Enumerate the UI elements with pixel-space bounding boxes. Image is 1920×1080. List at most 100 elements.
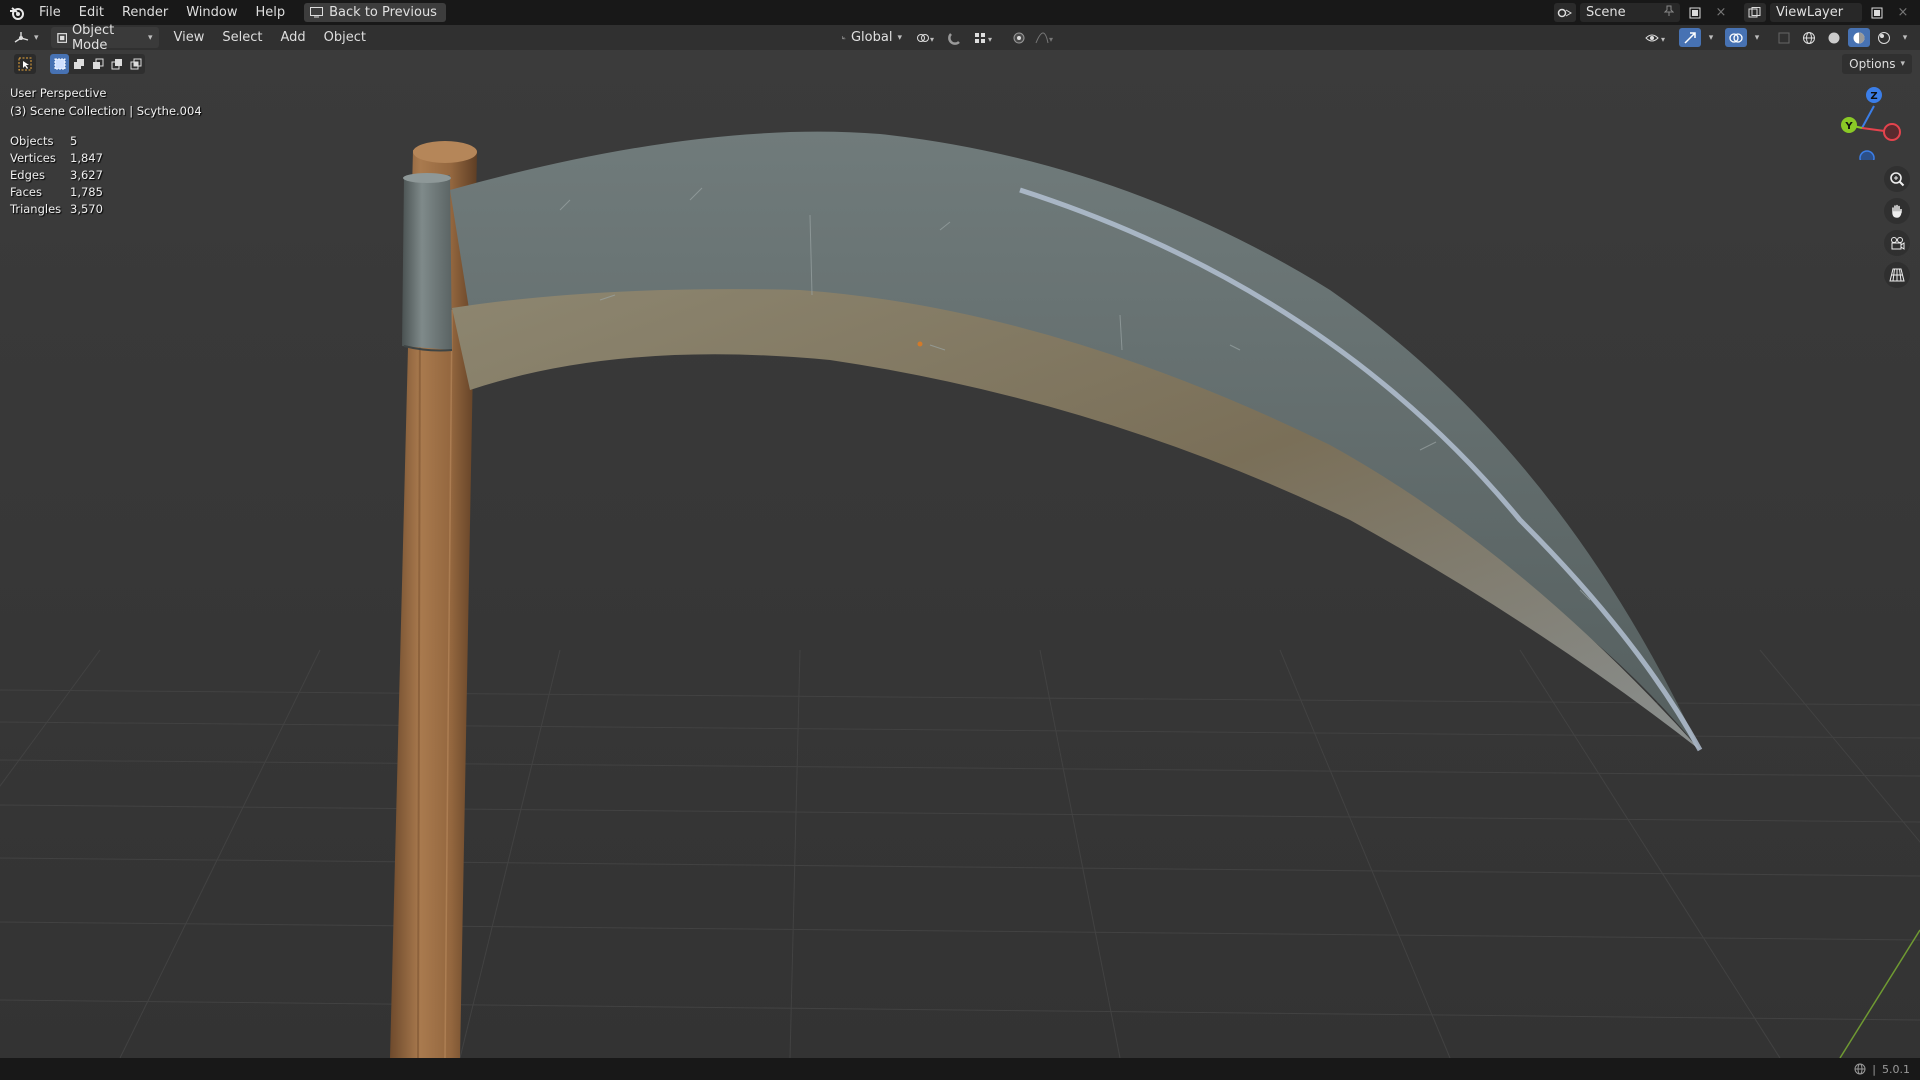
material-preview-shading-icon[interactable] — [1848, 28, 1870, 47]
shading-options-chevron-icon[interactable]: ▾ — [1898, 28, 1912, 47]
delete-view-layer-icon[interactable]: × — [1892, 3, 1914, 22]
view-perspective-label: User Perspective — [10, 86, 107, 100]
stat-value: 1,785 — [70, 184, 103, 199]
gizmo-z-label: Z — [1870, 91, 1877, 102]
proportional-editing-icon[interactable] — [1008, 28, 1030, 47]
version-number: 5.0.1 — [1882, 1062, 1910, 1076]
new-view-layer-icon[interactable] — [1866, 3, 1888, 22]
view-layer-selector-icon[interactable] — [1744, 3, 1766, 22]
solid-shading-icon[interactable] — [1823, 28, 1845, 47]
subtract-selection-icon[interactable] — [88, 54, 107, 74]
menu-help[interactable]: Help — [247, 0, 295, 25]
stat-row-vertices: Vertices 1,847 — [10, 149, 103, 166]
rendered-shading-icon[interactable] — [1873, 28, 1895, 47]
show-gizmo-icon[interactable] — [1679, 28, 1701, 47]
gizmo-neg-z-axis — [1859, 150, 1875, 160]
zoom-icon[interactable] — [1884, 166, 1910, 192]
orientation-label: Global — [850, 30, 893, 45]
select-tool-icon[interactable] — [14, 54, 36, 74]
stat-row-edges: Edges 3,627 — [10, 166, 103, 183]
screen-icon — [310, 7, 324, 18]
chevron-down-icon: ▾ — [1900, 59, 1905, 69]
show-overlays-icon[interactable] — [1725, 28, 1747, 47]
active-collection-label: (3) Scene Collection | Scythe.004 — [10, 104, 202, 118]
set-new-selection-icon[interactable] — [50, 54, 69, 74]
blender-logo-icon[interactable] — [4, 0, 30, 25]
status-bar: | 5.0.1 — [0, 1058, 1920, 1080]
menu-edit[interactable]: Edit — [70, 0, 113, 25]
orientation-axes-icon — [842, 36, 846, 40]
chevron-down-icon: ▾ — [148, 32, 153, 43]
stat-row-objects: Objects 5 — [10, 132, 103, 149]
xray-toggle-icon[interactable] — [1773, 28, 1795, 47]
object-mode-icon — [56, 32, 67, 43]
pin-icon[interactable] — [1663, 5, 1675, 21]
gizmo-y-axis[interactable]: Y — [1841, 117, 1857, 133]
camera-view-icon[interactable] — [1884, 230, 1910, 256]
visibility-selectability-icon[interactable]: ▾ — [1642, 28, 1672, 47]
menu-render[interactable]: Render — [113, 0, 177, 25]
extend-selection-icon[interactable] — [69, 54, 88, 74]
3d-viewport-icon — [14, 32, 29, 43]
stat-value: 1,847 — [70, 150, 103, 165]
stat-value: 3,570 — [70, 201, 103, 216]
header-menu-select[interactable]: Select — [213, 30, 271, 45]
new-scene-icon[interactable] — [1684, 3, 1706, 22]
back-to-previous-label: Back to Previous — [329, 5, 437, 20]
scene-name-field[interactable]: Scene — [1580, 3, 1680, 22]
svg-text:▾: ▾ — [988, 35, 992, 44]
selection-mode-group — [50, 54, 145, 74]
snap-increment-icon[interactable]: ▾ — [970, 28, 998, 47]
stat-value: 5 — [70, 133, 78, 148]
chevron-down-icon: ▾ — [34, 32, 39, 43]
menu-file[interactable]: File — [30, 0, 70, 25]
tool-settings-row — [14, 54, 145, 74]
shading-tools-group: ▾ ▾ ▾ ▾ — [1642, 25, 1912, 50]
scene-name: Scene — [1586, 5, 1626, 20]
editor-type-dropdown[interactable]: ▾ — [8, 27, 45, 48]
mode-dropdown[interactable]: Object Mode ▾ — [50, 23, 159, 53]
top-menu-bar: File Edit Render Window Help Back to Pre… — [0, 0, 1920, 25]
chevron-down-icon: ▾ — [897, 32, 902, 43]
intersect-selection-icon[interactable] — [126, 54, 145, 74]
header-menu-view[interactable]: View — [165, 30, 214, 45]
scene-selector-icon[interactable] — [1554, 3, 1576, 22]
invert-selection-icon[interactable] — [107, 54, 126, 74]
falloff-icon[interactable]: ▾ — [1034, 28, 1056, 47]
header-menu-object[interactable]: Object — [315, 30, 375, 45]
svg-text:▾: ▾ — [1661, 35, 1665, 44]
transform-tools-group: Global ▾ ▾ ▾ ▾ — [836, 25, 1056, 50]
navigation-gizmo[interactable]: Z Y — [1832, 70, 1902, 160]
stat-label: Edges — [10, 167, 45, 182]
svg-text:▾: ▾ — [930, 35, 934, 44]
back-to-previous-button[interactable]: Back to Previous — [304, 3, 446, 22]
pan-hand-icon[interactable] — [1884, 198, 1910, 224]
stat-value: 3,627 — [70, 167, 103, 182]
pivot-point-icon[interactable]: ▾ — [912, 28, 940, 47]
gizmo-y-label: Y — [1844, 121, 1853, 132]
3d-viewport[interactable]: Options ▾ User Perspective (3) Scene Col… — [0, 50, 1920, 1058]
scene-statistics: Objects 5 Vertices 1,847 Edges 3,627 Faces 1… — [10, 132, 103, 217]
mode-label: Object Mode — [71, 22, 115, 53]
svg-text:▾: ▾ — [1049, 35, 1053, 44]
overlay-options-chevron-icon[interactable]: ▾ — [1750, 28, 1764, 47]
view-layer-name-field[interactable]: ViewLayer — [1770, 3, 1862, 22]
transform-orientation-dropdown[interactable]: Global ▾ — [836, 27, 908, 48]
object-origin-dot — [917, 341, 923, 347]
version-separator: | — [1872, 1062, 1876, 1076]
gizmo-options-chevron-icon[interactable]: ▾ — [1704, 28, 1718, 47]
header-menu-add[interactable]: Add — [272, 30, 315, 45]
delete-scene-icon[interactable]: × — [1710, 3, 1732, 22]
perspective-toggle-icon[interactable] — [1884, 262, 1910, 288]
view-layer-name: ViewLayer — [1776, 5, 1844, 20]
globe-icon — [1854, 1063, 1866, 1075]
stat-label: Faces — [10, 184, 42, 199]
gizmo-z-axis[interactable]: Z — [1866, 87, 1882, 103]
scythe-collar — [402, 173, 453, 352]
wireframe-shading-icon[interactable] — [1798, 28, 1820, 47]
snap-toggle-icon[interactable] — [944, 28, 966, 47]
menu-window[interactable]: Window — [177, 0, 246, 25]
options-label: Options — [1849, 57, 1896, 71]
gizmo-neg-x-axis — [1883, 123, 1901, 141]
stat-label: Triangles — [10, 201, 62, 216]
